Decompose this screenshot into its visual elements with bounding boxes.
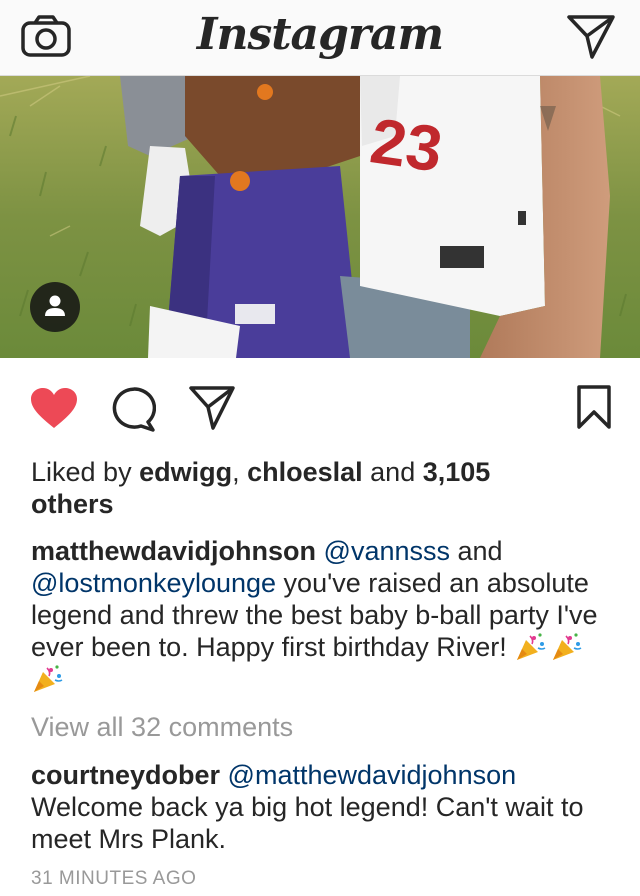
post-action-bar — [0, 358, 640, 458]
comment-mention-link[interactable]: @matthewdavidjohnson — [228, 760, 517, 790]
top-navigation-bar: Instagram — [0, 0, 640, 76]
tagged-users-button[interactable] — [30, 282, 80, 332]
post-caption: matthewdavidjohnson @vannsss and @lostmo… — [31, 535, 621, 695]
jersey-number: 23 — [366, 104, 447, 185]
post-photo[interactable]: 23 — [0, 76, 640, 358]
comment-text: Welcome back ya big hot legend! Can't wa… — [31, 792, 584, 854]
liked-by-user-link[interactable]: chloeslal — [247, 457, 363, 487]
person-icon — [45, 295, 65, 316]
likes-and: and — [362, 457, 423, 487]
caption-mention-link[interactable]: @vannsss — [324, 536, 450, 566]
photo-illustration: 23 — [0, 76, 640, 358]
post-timestamp: 31 MINUTES AGO — [31, 868, 197, 889]
instagram-app: Instagram 23 Liked by edwigg, chloeslal … — [0, 0, 640, 896]
comment-bubble-icon[interactable] — [108, 386, 156, 432]
caption-mention-link[interactable]: @lostmonkeylounge — [31, 568, 276, 598]
app-logo: Instagram — [196, 9, 444, 60]
caption-and: and — [450, 536, 503, 566]
likes-count: 3,105 — [422, 457, 491, 487]
view-all-comments-link[interactable]: View all 32 comments — [31, 711, 293, 743]
caption-author-link[interactable]: matthewdavidjohnson — [31, 536, 316, 566]
heart-icon[interactable] — [29, 386, 79, 430]
direct-message-icon[interactable] — [566, 14, 616, 60]
likes-separator: , — [232, 457, 248, 487]
party-popper-icon — [34, 665, 63, 692]
liked-by-user-link[interactable]: edwigg — [139, 457, 232, 487]
party-popper-icon — [553, 633, 582, 660]
party-popper-icon — [517, 633, 546, 660]
likes-summary: Liked by edwigg, chloeslal and 3,105 othe… — [31, 456, 621, 520]
bookmark-icon[interactable] — [576, 384, 612, 430]
comment-author-link[interactable]: courtneydober — [31, 760, 220, 790]
comment-item: courtneydober @matthewdavidjohnson Welco… — [31, 759, 621, 855]
likes-prefix: Liked by — [31, 457, 140, 487]
share-paper-plane-icon[interactable] — [188, 385, 236, 431]
likes-suffix: others — [31, 489, 114, 519]
